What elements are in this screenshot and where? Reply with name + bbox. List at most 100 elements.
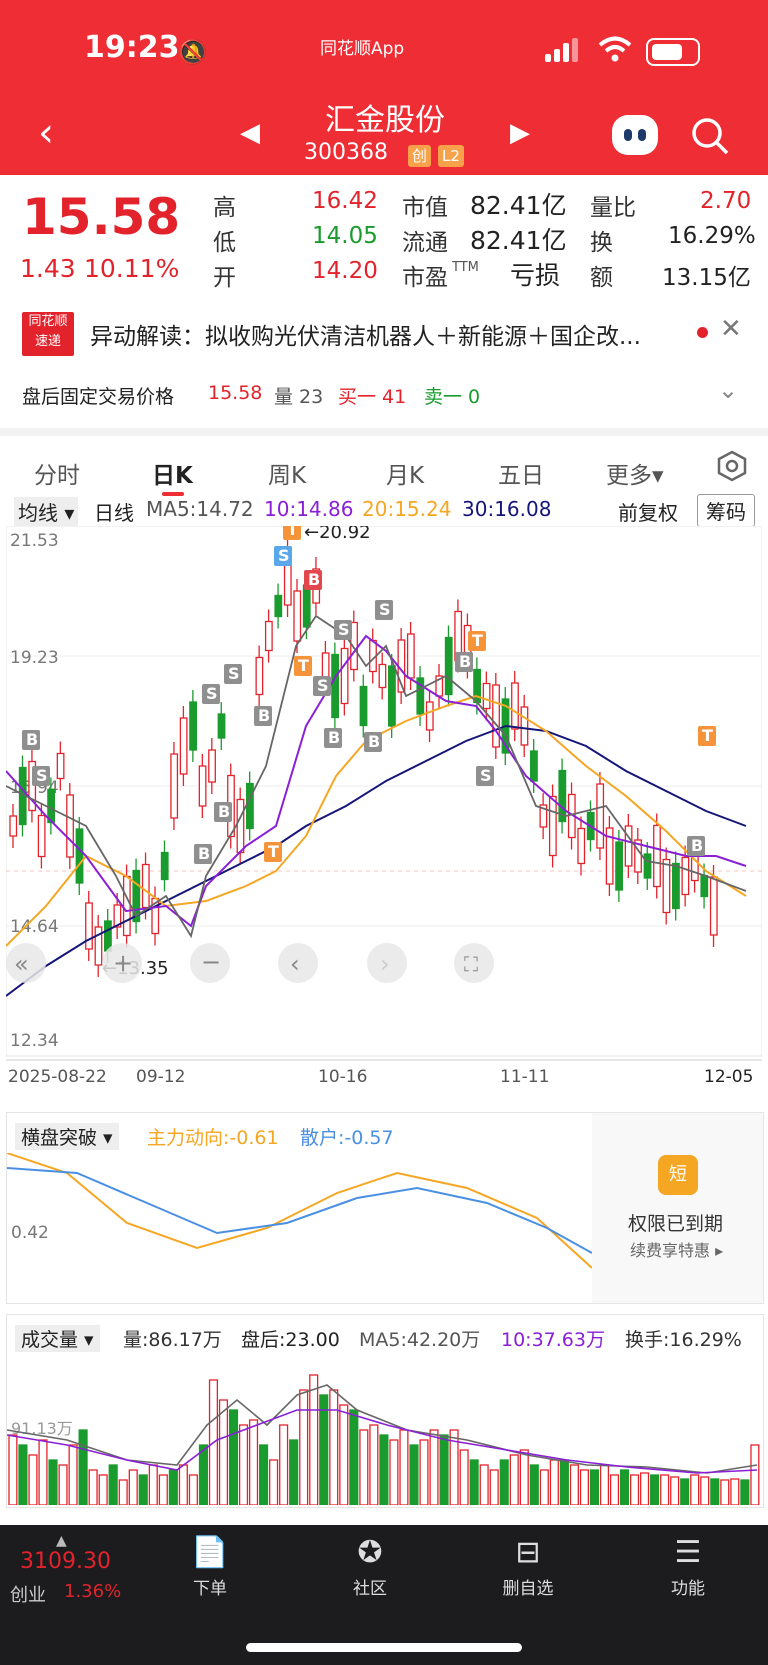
- volume-selector[interactable]: 成交量 ▾: [15, 1325, 100, 1352]
- volume-bar: [329, 1389, 339, 1505]
- ma-period: 日线: [94, 501, 134, 525]
- candle-body: [482, 682, 491, 710]
- vol-ratio-label: 量比: [590, 195, 636, 221]
- pe-ttm-label: TTM: [452, 260, 479, 275]
- short-term-icon: 短: [658, 1155, 698, 1195]
- nav-order[interactable]: 📄 下单: [160, 1535, 260, 1599]
- index-value[interactable]: 3109.30: [20, 1549, 111, 1574]
- volume-bar: [198, 1444, 208, 1505]
- after-hours-fixed-price[interactable]: 盘后固定交易价格 15.58 量 23 买一 41 卖一 0 ⌄: [0, 370, 768, 420]
- volume-bar: [218, 1399, 229, 1505]
- volume-bar: [750, 1444, 760, 1505]
- volume-bar: [228, 1409, 239, 1505]
- candle-body: [293, 590, 302, 642]
- candle-body: [492, 684, 500, 748]
- tab-intraday[interactable]: 分时: [34, 456, 80, 490]
- x-label: 2025-08-22: [8, 1067, 107, 1086]
- renew-link[interactable]: 续费享特惠 ▸: [630, 1237, 723, 1261]
- volume-bar: [28, 1454, 38, 1505]
- nav-functions[interactable]: ☰ 功能: [638, 1535, 738, 1599]
- signal-s-text: S: [36, 766, 48, 785]
- volume-bar: [469, 1459, 479, 1505]
- close-icon[interactable]: ✕: [720, 314, 742, 344]
- tab-daily-k[interactable]: 日K: [152, 456, 193, 490]
- candle-body: [141, 863, 150, 909]
- nav-community[interactable]: ✪ 社区: [320, 1535, 420, 1599]
- assistant-robot-icon[interactable]: [612, 115, 658, 155]
- y-label: 12.34: [10, 1031, 59, 1051]
- kline-chart[interactable]: 21.53 19.23 16.94 14.64 12.34 ←20.92 ←13…: [6, 526, 762, 1086]
- settings-hexagon-icon[interactable]: [716, 450, 748, 482]
- volume-turnover: 换手:16.29%: [625, 1329, 742, 1351]
- chevron-down-icon[interactable]: ⌄: [718, 376, 738, 404]
- volume-bar: [640, 1472, 650, 1505]
- adjust-mode[interactable]: 前复权: [618, 497, 678, 526]
- candle-body: [681, 856, 690, 896]
- volume-bar: [499, 1459, 509, 1505]
- tab-more[interactable]: 更多▾: [606, 456, 664, 490]
- high-label: 高: [213, 195, 236, 221]
- period-tabs: 分时 日K 周K 月K 五日 更多▾: [0, 428, 768, 496]
- volume-bar: [700, 1476, 710, 1505]
- candle-body: [548, 795, 557, 857]
- volume-bar: [730, 1478, 740, 1505]
- volume-bar: [299, 1389, 309, 1505]
- volume-bar: [609, 1474, 620, 1505]
- candle-body: [179, 717, 188, 775]
- prev-stock-icon[interactable]: ◀: [240, 118, 260, 148]
- volume-bar: [369, 1424, 379, 1505]
- last-price: 15.58: [22, 188, 181, 246]
- document-icon: 📄: [191, 1535, 229, 1570]
- candle-body: [596, 783, 605, 849]
- candle-body: [170, 753, 179, 819]
- svg-text:›: ›: [380, 950, 390, 978]
- tab-weekly-k[interactable]: 周K: [268, 456, 306, 490]
- volume-bar: [259, 1444, 269, 1505]
- home-indicator[interactable]: [246, 1643, 522, 1652]
- candle-body: [264, 620, 273, 652]
- tab-five-day[interactable]: 五日: [498, 456, 544, 490]
- volume-bar: [158, 1474, 168, 1505]
- back-icon[interactable]: ‹: [38, 110, 54, 156]
- alert-bar[interactable]: 同花顺 速递 异动解读：拟收购光伏清洁机器人＋新能源＋国企改... ✕: [0, 300, 768, 366]
- candle-body: [511, 682, 519, 730]
- volume-bar: [690, 1474, 700, 1505]
- alert-text[interactable]: 异动解读：拟收购光伏清洁机器人＋新能源＋国企改...: [90, 317, 641, 351]
- volume-bar: [48, 1459, 58, 1505]
- volume-bar: [248, 1419, 259, 1505]
- expired-overlay[interactable]: 短 权限已到期 续费享特惠 ▸: [592, 1113, 763, 1303]
- tab-monthly-k[interactable]: 月K: [386, 456, 424, 490]
- volume-bar: [178, 1464, 188, 1505]
- candle-body: [653, 824, 661, 888]
- volume-bar: [509, 1454, 519, 1505]
- x-label: 09-12: [136, 1067, 185, 1086]
- turnover-label: 换: [590, 230, 613, 256]
- nav-remove-watchlist[interactable]: ⊟ 删自选: [478, 1535, 578, 1599]
- candle-body: [255, 656, 264, 696]
- signal-b-text: B: [328, 728, 340, 747]
- volume-bar: [68, 1444, 78, 1505]
- main-force-value: 主力动向:-0.61: [147, 1127, 279, 1149]
- indicator-selector[interactable]: 横盘突破 ▾: [15, 1123, 119, 1150]
- volume-bar: [599, 1464, 610, 1505]
- volume-bar: [168, 1469, 178, 1505]
- volume-bar: [529, 1464, 539, 1505]
- volume-bar: [389, 1439, 399, 1505]
- volume-bar: [630, 1474, 640, 1505]
- candle-body: [444, 636, 453, 696]
- search-icon[interactable]: [690, 116, 730, 156]
- ma-selector[interactable]: 均线 ▾: [14, 497, 79, 526]
- open-value: 14.20: [312, 258, 378, 284]
- volume-bars: [7, 1374, 760, 1505]
- candle-body: [615, 841, 624, 891]
- ma30-value: 30:16.08: [462, 497, 552, 521]
- index-pct: 1.36%: [64, 1581, 122, 1602]
- volume-bar: [549, 1459, 559, 1505]
- stock-name: 汇金股份: [325, 103, 445, 138]
- candle-body: [331, 653, 340, 719]
- volume-bar: [680, 1478, 690, 1505]
- volume-ma5: MA5:42.20万: [359, 1329, 481, 1351]
- chip-button[interactable]: 筹码: [697, 494, 755, 527]
- next-stock-icon[interactable]: ▶: [510, 118, 530, 148]
- signal-s-text: S: [480, 766, 492, 785]
